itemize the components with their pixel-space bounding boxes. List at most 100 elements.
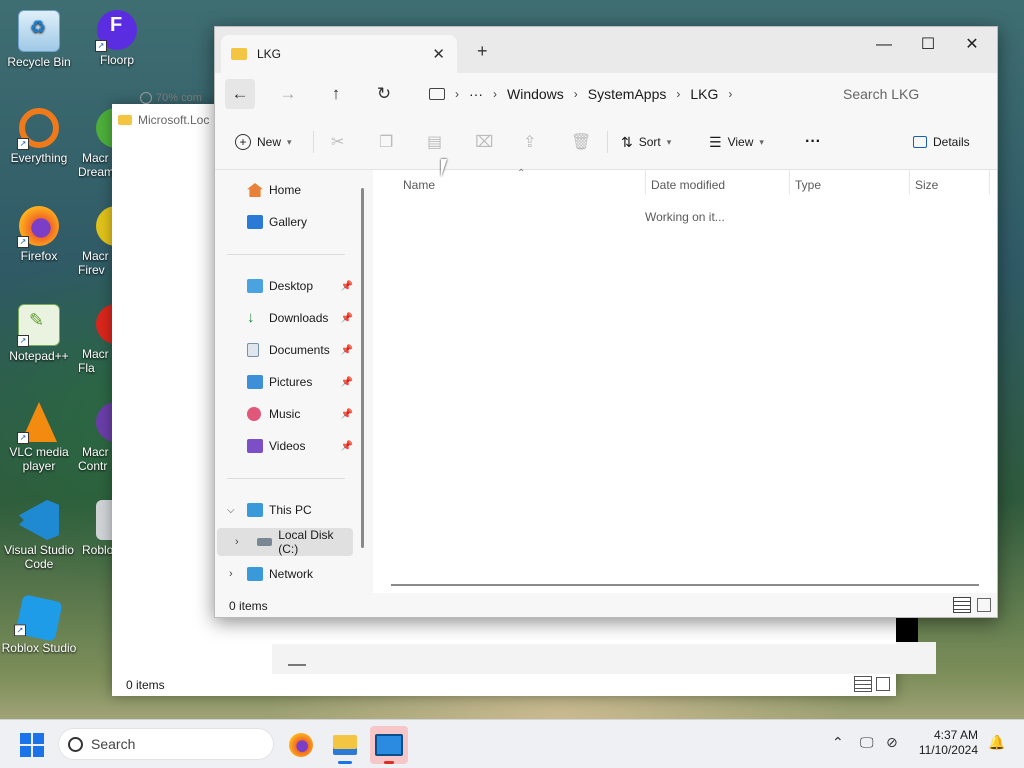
- desktop-icon-vlc[interactable]: ↗ VLC media player: [0, 402, 78, 473]
- command-bar: + New ▾ ✂ ❐ ▤ ⌧ ⇪ 🗑 ⇅ Sort ▾ ☰ View ▾ ··…: [215, 117, 997, 170]
- home-icon: [247, 183, 263, 197]
- desktop-icon-everything[interactable]: ↗ Everything: [0, 108, 78, 165]
- column-header-name[interactable]: Name: [403, 178, 435, 192]
- copy-icon: ❐: [379, 134, 394, 151]
- delete-button[interactable]: 🗑: [571, 129, 591, 155]
- breadcrumb-lkg[interactable]: LKG: [690, 86, 718, 102]
- refresh-button[interactable]: ↻: [369, 79, 399, 109]
- scissors-icon: ✂: [331, 134, 345, 151]
- sidebar-item-music[interactable]: Music 📌: [215, 400, 355, 428]
- paste-button[interactable]: ▤: [427, 129, 442, 155]
- background-progress-tab[interactable]: 70% com: [140, 92, 202, 104]
- sidebar-item-gallery[interactable]: Gallery: [215, 208, 355, 236]
- title-bar[interactable]: LKG ✕ + — ☐ ✕: [215, 27, 997, 73]
- desktop-icon-vscode[interactable]: Visual Studio Code: [0, 500, 78, 571]
- up-button[interactable]: ↑: [321, 79, 351, 109]
- details-pane-icon: [913, 136, 927, 148]
- column-header-date-modified[interactable]: Date modified: [651, 178, 725, 192]
- column-divider[interactable]: [989, 170, 990, 194]
- sidebar-item-documents[interactable]: Documents 📌: [215, 336, 355, 364]
- column-header-type[interactable]: Type: [795, 178, 821, 192]
- taskbar-file-explorer[interactable]: [326, 726, 364, 764]
- desktop-icon-roblox-studio[interactable]: ↗ Roblox Studio: [0, 594, 78, 655]
- this-pc-monitor-icon[interactable]: [429, 88, 445, 100]
- column-header-size[interactable]: Size: [915, 178, 938, 192]
- sort-button[interactable]: ⇅ Sort ▾: [621, 129, 671, 155]
- rename-button[interactable]: ⌧: [475, 129, 493, 155]
- cut-button[interactable]: ✂: [331, 129, 344, 155]
- pin-icon[interactable]: 📌: [341, 409, 353, 420]
- sidebar-item-desktop[interactable]: Desktop 📌: [215, 272, 355, 300]
- chevron-right-icon[interactable]: ›: [229, 568, 233, 580]
- pin-icon[interactable]: 📌: [341, 281, 353, 292]
- sidebar-item-network[interactable]: › Network: [215, 560, 355, 588]
- bell-icon[interactable]: 🔔: [988, 734, 1005, 751]
- search-box[interactable]: Search LKG: [829, 79, 997, 109]
- sidebar-item-videos[interactable]: Videos 📌: [215, 432, 355, 460]
- view-button[interactable]: ☰ View ▾: [709, 129, 764, 155]
- breadcrumb-systemapps[interactable]: SystemApps: [588, 86, 667, 102]
- background-scrollbar[interactable]: [288, 664, 306, 666]
- desktop-icon-floorp[interactable]: F ↗ Floorp: [78, 10, 156, 67]
- sidebar-item-home[interactable]: Home: [215, 176, 355, 204]
- details-pane-button[interactable]: Details: [913, 129, 970, 155]
- pin-icon[interactable]: 📌: [341, 345, 353, 356]
- file-list[interactable]: ⌃ Name Date modified Type Size Working o…: [373, 168, 997, 594]
- chevron-right-icon[interactable]: ›: [235, 536, 239, 548]
- chevron-right-icon: ›: [573, 87, 578, 101]
- breadcrumb-overflow[interactable]: ···: [469, 86, 483, 102]
- details-view-icon[interactable]: [854, 676, 872, 692]
- sidebar-scrollbar[interactable]: [361, 188, 364, 548]
- minimize-button[interactable]: —: [861, 31, 907, 59]
- taskbar-app-active[interactable]: [370, 726, 408, 764]
- forward-button[interactable]: →: [273, 79, 303, 109]
- details-view-icon[interactable]: [953, 597, 971, 613]
- pin-icon[interactable]: 📌: [341, 377, 353, 388]
- close-tab-icon[interactable]: ✕: [432, 45, 445, 63]
- windows-start-icon[interactable]: [20, 733, 44, 757]
- system-clock[interactable]: 4:37 AM 11/10/2024: [919, 728, 978, 758]
- pin-icon[interactable]: 📌: [341, 313, 353, 324]
- file-explorer-window[interactable]: LKG ✕ + — ☐ ✕ ← → ↑ ↻ › ··· › Windows › …: [214, 26, 998, 618]
- taskbar-search-box[interactable]: Search: [58, 728, 274, 760]
- sidebar-item-pictures[interactable]: Pictures 📌: [215, 368, 355, 396]
- sidebar-item-this-pc[interactable]: ⌵ This PC: [215, 496, 355, 524]
- navigation-pane[interactable]: Home Gallery Desktop 📌 ↓ Downloads 📌 Doc…: [215, 170, 367, 594]
- share-button[interactable]: ⇪: [523, 129, 536, 155]
- folder-icon: [118, 115, 132, 125]
- sidebar-item-downloads[interactable]: ↓ Downloads 📌: [215, 304, 355, 332]
- display-icon[interactable]: 🖵: [860, 734, 874, 751]
- chevron-down-icon[interactable]: ⌵: [227, 505, 235, 516]
- sidebar-item-local-disk[interactable]: › Local Disk (C:): [217, 528, 353, 556]
- desktop-icon-firefox[interactable]: ↗ Firefox: [0, 206, 78, 263]
- more-options-button[interactable]: ···: [805, 129, 821, 155]
- tiles-view-icon[interactable]: [977, 598, 991, 612]
- chevron-up-icon[interactable]: ⌃: [832, 734, 844, 751]
- back-button[interactable]: ←: [225, 79, 255, 109]
- desktop-icon-recycle-bin[interactable]: ♻ Recycle Bin: [0, 10, 78, 69]
- close-window-button[interactable]: ✕: [949, 31, 995, 59]
- column-divider[interactable]: [909, 170, 910, 194]
- sort-button-label: Sort: [638, 135, 661, 149]
- active-app-indicator: [384, 761, 394, 764]
- chevron-right-icon[interactable]: ›: [728, 87, 732, 101]
- column-divider[interactable]: [789, 170, 790, 194]
- tab-lkg[interactable]: LKG ✕: [221, 35, 457, 73]
- new-tab-button[interactable]: +: [477, 41, 488, 62]
- search-input-placeholder[interactable]: Search LKG: [843, 86, 919, 102]
- pin-icon[interactable]: 📌: [341, 441, 353, 452]
- document-icon: [247, 343, 259, 357]
- taskbar-firefox[interactable]: [282, 726, 320, 764]
- background-tab[interactable]: Microsoft.Loc: [118, 110, 209, 130]
- column-divider[interactable]: [645, 170, 646, 194]
- tiles-view-icon[interactable]: [876, 677, 890, 691]
- new-button[interactable]: + New ▾: [235, 129, 292, 155]
- address-bar[interactable]: › ··· › Windows › SystemApps › LKG ›: [419, 79, 821, 109]
- horizontal-scrollbar[interactable]: [391, 584, 979, 586]
- network-muted-icon[interactable]: ⊘: [886, 734, 898, 751]
- breadcrumb-windows[interactable]: Windows: [507, 86, 564, 102]
- copy-button[interactable]: ❐: [379, 129, 393, 155]
- chevron-down-icon: ▾: [759, 136, 764, 147]
- desktop-icon-notepadpp[interactable]: ✎ ↗ Notepad++: [0, 304, 78, 363]
- maximize-button[interactable]: ☐: [905, 31, 951, 59]
